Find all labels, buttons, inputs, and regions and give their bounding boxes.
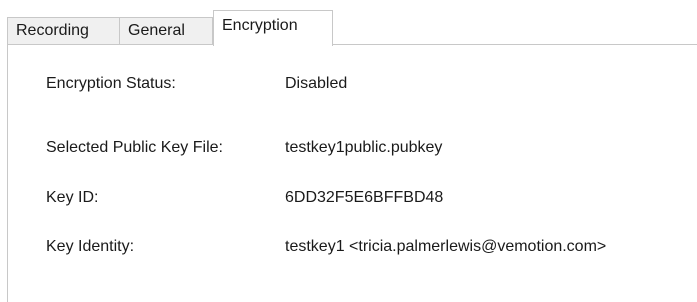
encryption-status-value: Disabled bbox=[285, 75, 348, 92]
public-key-file-value: testkey1public.pubkey bbox=[285, 139, 443, 156]
key-identity-row: Key Identity: testkey1 <tricia.palmerlew… bbox=[8, 238, 697, 262]
tab-encryption[interactable]: Encryption bbox=[213, 10, 333, 46]
tab-recording[interactable]: Recording bbox=[7, 17, 120, 45]
encryption-status-row: Encryption Status: Disabled bbox=[8, 75, 697, 99]
public-key-file-label: Selected Public Key File: bbox=[46, 139, 223, 156]
encryption-status-label: Encryption Status: bbox=[46, 75, 176, 92]
encryption-panel: Encryption Status: Disabled Selected Pub… bbox=[7, 44, 697, 302]
encryption-settings-window: Recording General Encryption Encryption … bbox=[0, 0, 697, 302]
tab-strip: Recording General Encryption bbox=[0, 0, 697, 46]
public-key-file-row: Selected Public Key File: testkey1public… bbox=[8, 139, 697, 163]
key-identity-label: Key Identity: bbox=[46, 238, 135, 255]
tab-general[interactable]: General bbox=[120, 17, 213, 45]
key-id-label: Key ID: bbox=[46, 189, 99, 206]
key-id-row: Key ID: 6DD32F5E6BFFBD48 bbox=[8, 189, 697, 213]
key-id-value: 6DD32F5E6BFFBD48 bbox=[285, 189, 444, 206]
key-identity-value: testkey1 <tricia.palmerlewis@vemotion.co… bbox=[285, 238, 607, 255]
